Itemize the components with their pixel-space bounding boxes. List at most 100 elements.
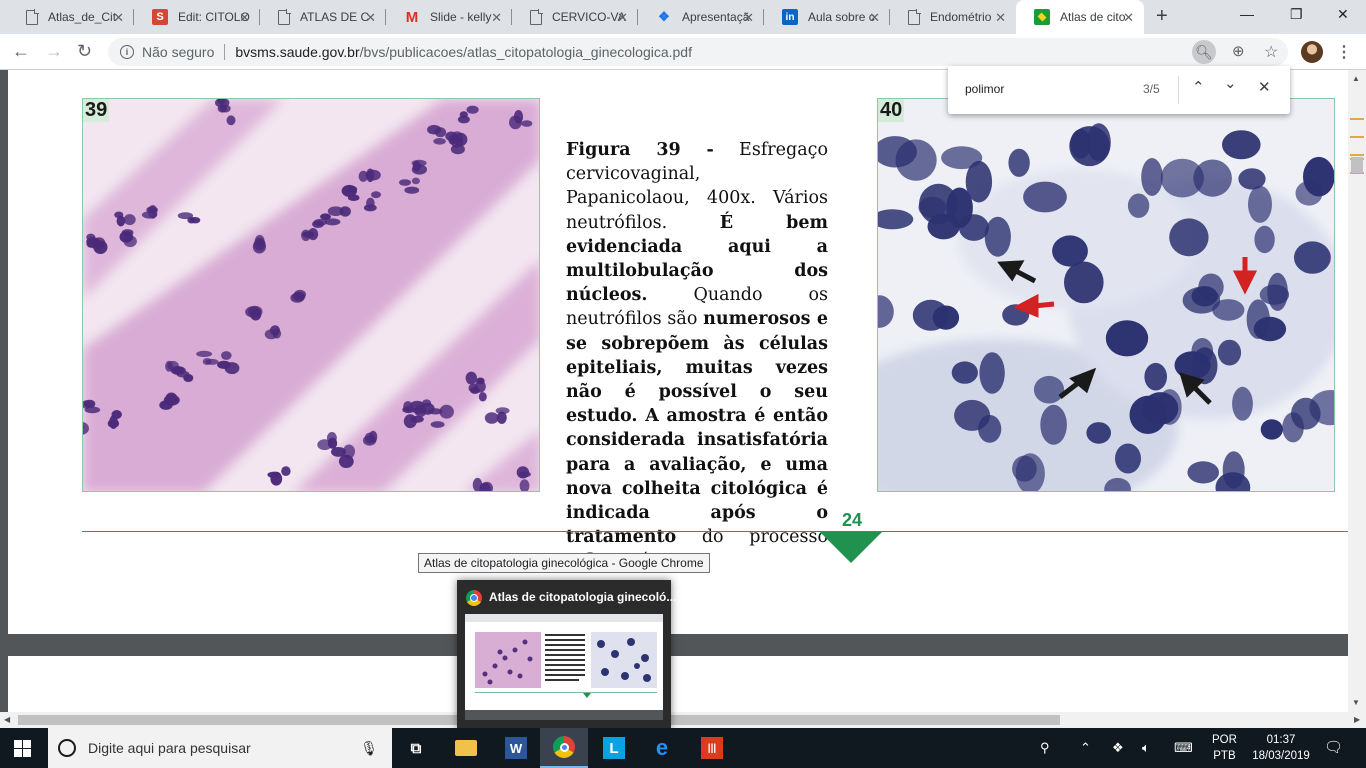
find-match-count: 3/5 [1143,82,1160,96]
tab-active[interactable]: Atlas de cito ✕ [1016,0,1144,34]
menu-kebab-icon[interactable]: ⋮ [1336,42,1352,62]
keyboard-icon[interactable]: ⌨ [1174,740,1193,756]
url-text[interactable]: bvsms.saude.gov.br/bvs/publicacoes/atlas… [235,44,692,60]
clock-date: 18/03/2019 [1252,750,1310,762]
close-icon[interactable]: ✕ [617,10,628,26]
close-icon[interactable]: ✕ [995,10,1006,26]
tab-title: Atlas_de_Cit [48,10,117,24]
find-in-page-icon[interactable]: 🔍︎ [1192,40,1216,64]
find-bar: polimor 3/5 ⌃ ⌄ ✕ [948,66,1290,114]
doc-icon [26,9,39,25]
tab-1[interactable]: Atlas_de_Cit ✕ [8,0,134,34]
find-next-button[interactable]: ⌄ [1224,74,1237,92]
new-tab-button[interactable]: + [1156,5,1168,28]
taskbar-red-app[interactable]: ||| [688,728,736,768]
tab-title: Endométrio [930,10,992,24]
minimize-button[interactable]: — [1240,6,1254,22]
close-window-button[interactable]: ✕ [1337,6,1349,23]
back-arrow-icon[interactable]: ← [12,41,30,62]
tab-2[interactable]: S Edit: CITOLO ✕ [134,0,260,34]
url-path: /bvs/publicacoes/atlas_citopatologia_gin… [359,44,692,60]
find-previous-button[interactable]: ⌃ [1192,78,1205,96]
taskbar-app-l[interactable]: L [590,728,638,768]
figure-40-label: 40 [878,99,905,122]
volume-icon[interactable]: 🔈︎ [1142,740,1150,756]
tab-6[interactable]: ❖ Apresentaçã ✕ [638,0,764,34]
taskbar-word[interactable]: W [492,728,540,768]
tab-8[interactable]: Endométrio ✕ [890,0,1016,34]
system-clock[interactable]: 01:37 18/03/2019 [1246,732,1316,764]
find-close-button[interactable]: ✕ [1258,78,1271,96]
forward-arrow-icon[interactable]: → [45,41,63,62]
taskbar-search[interactable]: Digite aqui para pesquisar 🎙︎ [48,728,392,768]
taskbar-thumbnail-preview[interactable]: Atlas de citopatologia ginecoló... [457,580,676,728]
windows-taskbar: Digite aqui para pesquisar 🎙︎ ⧉ W L e ||… [0,728,1366,768]
bookmark-star-icon[interactable]: ☆ [1264,42,1278,62]
scroll-up-icon[interactable]: ▲ [1352,74,1360,83]
search-input[interactable]: Digite aqui para pesquisar [88,740,360,756]
tab-3[interactable]: ATLAS DE C ✕ [260,0,386,34]
word-icon: W [505,737,527,759]
windows-start-icon[interactable] [14,740,31,757]
tab-7[interactable]: in Aula sobre c ✕ [764,0,890,34]
gmail-icon: M [405,8,419,26]
figure-40-image: 40 [877,98,1335,492]
avatar[interactable] [1301,41,1323,63]
notification-icon[interactable]: 🗨︎ [1324,738,1343,756]
dropbox-icon[interactable]: ❖ [1112,740,1124,756]
close-icon[interactable]: ✕ [1123,10,1134,26]
zoom-icon[interactable]: ⊕ [1232,42,1245,60]
task-view-icon: ⧉ [410,739,422,757]
folder-icon [455,740,477,756]
tab-5[interactable]: CERVICO-VA ✕ [512,0,638,34]
taskbar-tooltip: Atlas de citopatologia ginecológica - Go… [418,553,710,573]
tab-title: CERVICO-VA [552,10,626,24]
scroll-right-icon[interactable]: ▶ [1354,715,1360,724]
close-icon[interactable]: ✕ [239,10,250,26]
microphone-icon[interactable]: 🎙︎ [360,740,378,757]
close-icon[interactable]: ✕ [113,10,124,26]
figure-caption: Figura 39 - Esfregaço cervicovaginal, Pa… [566,140,828,571]
s-icon: S [152,9,168,25]
close-icon[interactable]: ✕ [869,10,880,26]
close-icon[interactable]: ✕ [491,10,502,26]
page-divider [82,531,1348,532]
leaf-icon: ❖ [658,9,670,24]
task-view-button[interactable]: ⧉ [392,728,440,768]
scroll-thumb[interactable] [1351,157,1363,173]
pdf-page-next [8,656,1348,716]
vertical-scrollbar[interactable]: ▲ ▼ [1348,70,1366,712]
taskbar-explorer[interactable] [442,728,490,768]
chrome-icon [466,590,482,606]
horizontal-scrollbar[interactable]: ◀ ▶ [0,712,1366,728]
scroll-down-icon[interactable]: ▼ [1352,698,1360,707]
tab-4[interactable]: M Slide - kelly ✕ [386,0,512,34]
show-hidden-icons-icon[interactable]: ⌃ [1080,740,1091,756]
security-label[interactable]: Não seguro [142,44,214,60]
figure-39-label: 39 [83,99,110,122]
preview-image[interactable] [465,614,663,720]
scroll-left-icon[interactable]: ◀ [4,715,10,724]
close-icon[interactable]: ✕ [743,10,754,26]
taskbar-chrome[interactable] [540,728,588,768]
address-bar[interactable]: i Não seguro bvsms.saude.gov.br/bvs/publ… [108,38,1288,66]
reload-icon[interactable]: ↻ [77,41,92,62]
brazil-flag-icon [1034,9,1050,25]
linkedin-icon: in [782,9,798,25]
tab-title: ATLAS DE C [300,10,370,24]
doc-icon [278,9,291,25]
taskbar-edge[interactable]: e [638,728,686,768]
people-icon[interactable]: ⚲ [1040,740,1050,756]
pdf-viewer[interactable]: 39 Figura 39 - Esfregaço cervicovaginal,… [0,70,1366,716]
info-icon[interactable]: i [120,45,134,59]
browser-toolbar: ← → ↻ i Não seguro bvsms.saude.gov.br/bv… [0,34,1366,70]
find-input[interactable]: polimor [965,82,1004,96]
l-app-icon: L [603,737,625,759]
close-icon[interactable]: ✕ [365,10,376,26]
tab-strip: Atlas_de_Cit ✕ S Edit: CITOLO ✕ ATLAS DE… [0,0,1366,34]
language-indicator[interactable]: POR PTB [1212,732,1237,764]
page-marker-triangle [820,532,882,563]
pdf-page: 39 Figura 39 - Esfregaço cervicovaginal,… [8,70,1348,634]
chrome-icon [553,736,575,758]
restore-button[interactable]: ❐ [1290,6,1303,23]
